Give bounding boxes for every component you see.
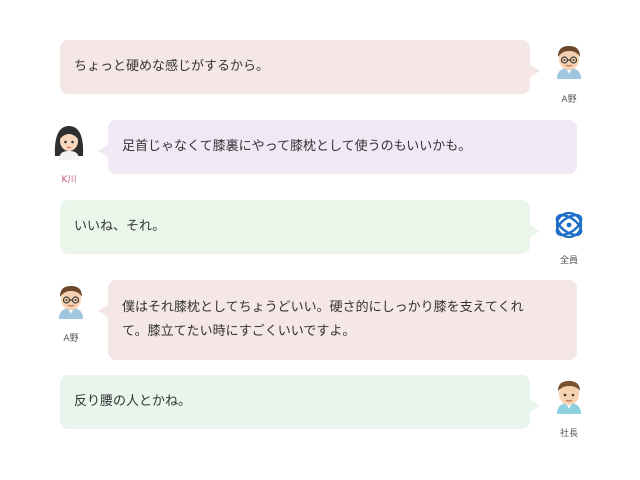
- speaker-name: 社長: [559, 429, 578, 439]
- chat-bubble: 僕はそれ膝枕としてちょうどいい。硬さ的にしっかり膝を支えてくれ て。膝立てたい時…: [98, 280, 577, 360]
- man-avatar-icon: [551, 378, 587, 414]
- message-text: ちょっと硬めな感じがするから。: [74, 59, 270, 74]
- message-text: 反り腰の人とかね。: [74, 394, 192, 409]
- speaker-name: A野: [561, 95, 577, 105]
- message-text-line-1: 僕はそれ膝枕としてちょうどいい。硬さ的にしっかり膝を支えてくれ: [122, 300, 524, 315]
- speaker-name: A野: [63, 334, 79, 344]
- message-text: 足首じゃなくて膝裏にやって膝枕として使うのもいいかも。: [122, 139, 472, 154]
- bubble-tail: [529, 224, 540, 238]
- chat-bubble: いいね、それ。: [60, 200, 540, 254]
- chat-bubble: ちょっと硬めな感じがするから。: [60, 40, 540, 94]
- message-text: いいね、それ。: [74, 219, 166, 234]
- man-with-glasses-icon: [551, 43, 587, 79]
- chat-bubble: 足首じゃなくて膝裏にやって膝枕として使うのもいいかも。: [98, 120, 577, 174]
- bubble-tail: [529, 64, 540, 78]
- globe-logo-icon: [551, 207, 587, 243]
- woman-avatar-icon: [51, 124, 87, 160]
- bubble-tail: [529, 399, 540, 413]
- speaker-name: 全員: [559, 256, 578, 266]
- chat-bubble: 反り腰の人とかね。: [60, 375, 540, 429]
- speaker-name: K川: [61, 175, 77, 185]
- bubble-tail: [98, 144, 109, 158]
- man-with-glasses-icon: [53, 283, 89, 319]
- message-text-line-2: て。膝立てたい時にすごくいいですよ。: [122, 324, 356, 339]
- bubble-tail: [98, 304, 109, 318]
